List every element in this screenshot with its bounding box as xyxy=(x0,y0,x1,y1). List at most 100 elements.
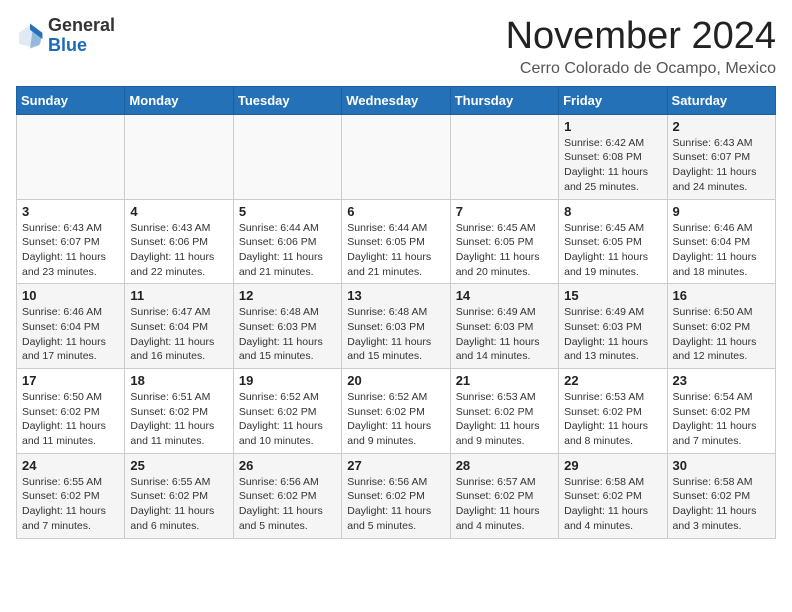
day-info: Sunrise: 6:55 AMSunset: 6:02 PMDaylight:… xyxy=(130,475,227,534)
calendar-day-cell: 7 Sunrise: 6:45 AMSunset: 6:05 PMDaylight… xyxy=(450,199,558,284)
day-number: 23 xyxy=(673,373,770,388)
calendar-day-cell: 17Sunrise: 6:50 AMSunset: 6:02 PMDayligh… xyxy=(17,369,125,454)
day-info: Sunrise: 6:52 AMSunset: 6:02 PMDaylight:… xyxy=(347,390,444,449)
day-number: 29 xyxy=(564,458,661,473)
day-info: Sunrise: 6:49 AMSunset: 6:03 PMDaylight:… xyxy=(456,305,553,364)
calendar-day-cell: 30 Sunrise: 6:58 AMSunset: 6:02 PMDayligh… xyxy=(667,453,775,538)
day-info: Sunrise: 6:52 AMSunset: 6:02 PMDaylight:… xyxy=(239,390,336,449)
month-title: November 2024 xyxy=(506,16,776,58)
calendar-week-row: 17Sunrise: 6:50 AMSunset: 6:02 PMDayligh… xyxy=(17,369,776,454)
day-number: 10 xyxy=(22,288,119,303)
day-number: 9 xyxy=(673,204,770,219)
calendar-day-cell: 3 Sunrise: 6:43 AMSunset: 6:07 PMDaylight… xyxy=(17,199,125,284)
calendar-day-cell: 14 Sunrise: 6:49 AMSunset: 6:03 PMDayligh… xyxy=(450,284,558,369)
calendar-day-cell xyxy=(342,114,450,199)
day-number: 21 xyxy=(456,373,553,388)
calendar-day-cell: 6 Sunrise: 6:44 AMSunset: 6:05 PMDaylight… xyxy=(342,199,450,284)
calendar-day-cell xyxy=(17,114,125,199)
calendar-day-cell: 11 Sunrise: 6:47 AMSunset: 6:04 PMDayligh… xyxy=(125,284,233,369)
day-info: Sunrise: 6:45 AMSunset: 6:05 PMDaylight:… xyxy=(456,221,553,280)
calendar-day-cell: 2 Sunrise: 6:43 AMSunset: 6:07 PMDaylight… xyxy=(667,114,775,199)
day-number: 3 xyxy=(22,204,119,219)
calendar-day-cell: 15 Sunrise: 6:49 AMSunset: 6:03 PMDayligh… xyxy=(559,284,667,369)
calendar-day-cell xyxy=(450,114,558,199)
day-info: Sunrise: 6:47 AMSunset: 6:04 PMDaylight:… xyxy=(130,305,227,364)
calendar-week-row: 24Sunrise: 6:55 AMSunset: 6:02 PMDayligh… xyxy=(17,453,776,538)
day-info: Sunrise: 6:49 AMSunset: 6:03 PMDaylight:… xyxy=(564,305,661,364)
day-info: Sunrise: 6:44 AMSunset: 6:05 PMDaylight:… xyxy=(347,221,444,280)
day-info: Sunrise: 6:45 AMSunset: 6:05 PMDaylight:… xyxy=(564,221,661,280)
day-info: Sunrise: 6:56 AMSunset: 6:02 PMDaylight:… xyxy=(239,475,336,534)
calendar-day-cell: 24Sunrise: 6:55 AMSunset: 6:02 PMDayligh… xyxy=(17,453,125,538)
calendar-day-cell: 20 Sunrise: 6:52 AMSunset: 6:02 PMDayligh… xyxy=(342,369,450,454)
day-info: Sunrise: 6:43 AMSunset: 6:07 PMDaylight:… xyxy=(22,221,119,280)
calendar-day-cell: 1Sunrise: 6:42 AMSunset: 6:08 PMDaylight… xyxy=(559,114,667,199)
day-info: Sunrise: 6:51 AMSunset: 6:02 PMDaylight:… xyxy=(130,390,227,449)
column-header-thursday: Thursday xyxy=(450,86,558,114)
column-header-saturday: Saturday xyxy=(667,86,775,114)
calendar-day-cell xyxy=(125,114,233,199)
day-number: 7 xyxy=(456,204,553,219)
day-info: Sunrise: 6:44 AMSunset: 6:06 PMDaylight:… xyxy=(239,221,336,280)
day-info: Sunrise: 6:53 AMSunset: 6:02 PMDaylight:… xyxy=(456,390,553,449)
day-number: 28 xyxy=(456,458,553,473)
calendar-week-row: 10 Sunrise: 6:46 AMSunset: 6:04 PMDayligh… xyxy=(17,284,776,369)
calendar-day-cell: 10 Sunrise: 6:46 AMSunset: 6:04 PMDayligh… xyxy=(17,284,125,369)
calendar-day-cell: 12Sunrise: 6:48 AMSunset: 6:03 PMDayligh… xyxy=(233,284,341,369)
day-info: Sunrise: 6:58 AMSunset: 6:02 PMDaylight:… xyxy=(673,475,770,534)
day-number: 1 xyxy=(564,119,661,134)
calendar-day-cell xyxy=(233,114,341,199)
day-info: Sunrise: 6:48 AMSunset: 6:03 PMDaylight:… xyxy=(239,305,336,364)
calendar-week-row: 3 Sunrise: 6:43 AMSunset: 6:07 PMDaylight… xyxy=(17,199,776,284)
day-number: 30 xyxy=(673,458,770,473)
day-info: Sunrise: 6:43 AMSunset: 6:07 PMDaylight:… xyxy=(673,136,770,195)
calendar-day-cell: 22Sunrise: 6:53 AMSunset: 6:02 PMDayligh… xyxy=(559,369,667,454)
calendar-day-cell: 4 Sunrise: 6:43 AMSunset: 6:06 PMDaylight… xyxy=(125,199,233,284)
day-number: 8 xyxy=(564,204,661,219)
calendar-day-cell: 8 Sunrise: 6:45 AMSunset: 6:05 PMDaylight… xyxy=(559,199,667,284)
day-number: 6 xyxy=(347,204,444,219)
day-number: 14 xyxy=(456,288,553,303)
day-number: 2 xyxy=(673,119,770,134)
column-header-wednesday: Wednesday xyxy=(342,86,450,114)
day-info: Sunrise: 6:58 AMSunset: 6:02 PMDaylight:… xyxy=(564,475,661,534)
column-header-tuesday: Tuesday xyxy=(233,86,341,114)
calendar-day-cell: 9 Sunrise: 6:46 AMSunset: 6:04 PMDaylight… xyxy=(667,199,775,284)
logo: General Blue xyxy=(16,16,115,56)
calendar-day-cell: 28 Sunrise: 6:57 AMSunset: 6:02 PMDayligh… xyxy=(450,453,558,538)
day-info: Sunrise: 6:53 AMSunset: 6:02 PMDaylight:… xyxy=(564,390,661,449)
day-number: 20 xyxy=(347,373,444,388)
day-number: 27 xyxy=(347,458,444,473)
calendar-day-cell: 18 Sunrise: 6:51 AMSunset: 6:02 PMDayligh… xyxy=(125,369,233,454)
day-info: Sunrise: 6:46 AMSunset: 6:04 PMDaylight:… xyxy=(673,221,770,280)
day-number: 19 xyxy=(239,373,336,388)
title-block: November 2024 Cerro Colorado de Ocampo, … xyxy=(506,16,776,78)
calendar-day-cell: 21 Sunrise: 6:53 AMSunset: 6:02 PMDayligh… xyxy=(450,369,558,454)
calendar-day-cell: 19 Sunrise: 6:52 AMSunset: 6:02 PMDayligh… xyxy=(233,369,341,454)
calendar-header-row: SundayMondayTuesdayWednesdayThursdayFrid… xyxy=(17,86,776,114)
day-number: 15 xyxy=(564,288,661,303)
day-info: Sunrise: 6:46 AMSunset: 6:04 PMDaylight:… xyxy=(22,305,119,364)
day-info: Sunrise: 6:50 AMSunset: 6:02 PMDaylight:… xyxy=(673,305,770,364)
day-number: 25 xyxy=(130,458,227,473)
logo-text: General Blue xyxy=(48,16,115,56)
column-header-monday: Monday xyxy=(125,86,233,114)
day-info: Sunrise: 6:43 AMSunset: 6:06 PMDaylight:… xyxy=(130,221,227,280)
day-number: 11 xyxy=(130,288,227,303)
day-info: Sunrise: 6:55 AMSunset: 6:02 PMDaylight:… xyxy=(22,475,119,534)
day-info: Sunrise: 6:54 AMSunset: 6:02 PMDaylight:… xyxy=(673,390,770,449)
location-title: Cerro Colorado de Ocampo, Mexico xyxy=(506,60,776,78)
day-number: 17 xyxy=(22,373,119,388)
calendar-day-cell: 16Sunrise: 6:50 AMSunset: 6:02 PMDayligh… xyxy=(667,284,775,369)
calendar-day-cell: 25 Sunrise: 6:55 AMSunset: 6:02 PMDayligh… xyxy=(125,453,233,538)
calendar-table: SundayMondayTuesdayWednesdayThursdayFrid… xyxy=(16,86,776,539)
day-number: 5 xyxy=(239,204,336,219)
day-number: 18 xyxy=(130,373,227,388)
calendar-day-cell: 27 Sunrise: 6:56 AMSunset: 6:02 PMDayligh… xyxy=(342,453,450,538)
day-number: 13 xyxy=(347,288,444,303)
calendar-week-row: 1Sunrise: 6:42 AMSunset: 6:08 PMDaylight… xyxy=(17,114,776,199)
day-number: 4 xyxy=(130,204,227,219)
day-info: Sunrise: 6:57 AMSunset: 6:02 PMDaylight:… xyxy=(456,475,553,534)
day-info: Sunrise: 6:56 AMSunset: 6:02 PMDaylight:… xyxy=(347,475,444,534)
calendar-day-cell: 29 Sunrise: 6:58 AMSunset: 6:02 PMDayligh… xyxy=(559,453,667,538)
